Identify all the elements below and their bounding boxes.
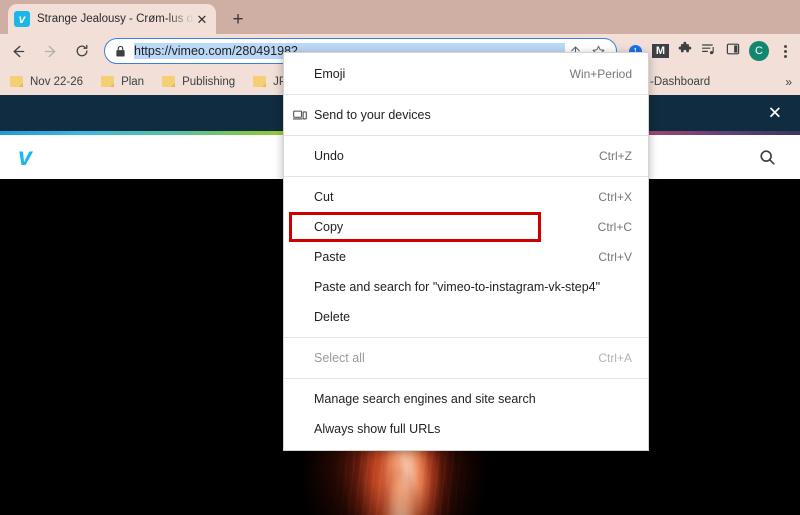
- menu-item-label: Emoji: [314, 67, 346, 81]
- tab-close-icon[interactable]: ✕: [194, 11, 210, 27]
- close-icon[interactable]: ✕: [768, 105, 782, 122]
- bookmark-item[interactable]: Publishing: [162, 76, 235, 88]
- menu-item-shortcut: Ctrl+A: [598, 351, 632, 365]
- reload-button[interactable]: [68, 37, 96, 65]
- menu-separator: [284, 176, 648, 177]
- menu-item-label: Send to your devices: [314, 108, 431, 122]
- forward-button[interactable]: [36, 37, 64, 65]
- bookmark-label: Nov 22-26: [30, 75, 84, 88]
- menu-item-shortcut: Ctrl+C: [597, 220, 632, 234]
- folder-icon: [101, 76, 115, 87]
- devices-icon: [292, 108, 307, 123]
- tab-strip: v Strange Jealousy - Crøm-lus on V ✕ +: [0, 0, 800, 34]
- menu-item-shortcut: Ctrl+V: [598, 250, 632, 264]
- side-panel-icon[interactable]: [725, 41, 741, 62]
- new-tab-button[interactable]: +: [227, 8, 249, 30]
- kebab-menu-icon[interactable]: [777, 44, 793, 58]
- menu-item-label: Paste and search for "vimeo-to-instagram…: [314, 280, 601, 294]
- reload-icon: [76, 44, 88, 57]
- menu-item-paste[interactable]: Paste Ctrl+V: [284, 242, 648, 272]
- bookmark-label: Publishing: [182, 75, 236, 88]
- bookmark-item[interactable]: Nov 22-26: [10, 76, 83, 88]
- menu-item-label: Manage search engines and site search: [314, 392, 536, 406]
- menu-separator: [284, 94, 648, 95]
- search-icon[interactable]: [756, 146, 778, 168]
- tab-title: Strange Jealousy - Crøm-lus on V: [37, 13, 194, 25]
- bookmark-item[interactable]: Plan: [101, 76, 144, 88]
- menu-item-cut[interactable]: Cut Ctrl+X: [284, 182, 648, 212]
- menu-item-label: Copy: [314, 220, 344, 234]
- menu-item-label: Delete: [314, 310, 351, 324]
- menu-item-emoji[interactable]: Emoji Win+Period: [284, 59, 648, 89]
- playlist-icon[interactable]: [701, 41, 717, 62]
- menu-item-delete[interactable]: Delete: [284, 302, 648, 332]
- bookmark-label: -Dashboard: [650, 75, 711, 88]
- address-bar-context-menu[interactable]: Emoji Win+Period Send to your devices Undo C…: [283, 52, 649, 451]
- menu-item-label: Cut: [314, 190, 334, 204]
- browser-window: v Strange Jealousy - Crøm-lus on V ✕ + h…: [0, 0, 800, 515]
- puzzle-icon[interactable]: [677, 41, 693, 62]
- menu-item-shortcut: Win+Period: [569, 67, 632, 81]
- back-arrow-icon: [13, 45, 24, 57]
- menu-item-shortcut: Ctrl+Z: [599, 149, 632, 163]
- menu-item-label: Always show full URLs: [314, 422, 441, 436]
- gmail-icon[interactable]: M: [652, 44, 669, 58]
- avatar[interactable]: C: [749, 41, 769, 61]
- extension-icons: M C: [642, 41, 800, 62]
- menu-separator: [284, 337, 648, 338]
- folder-icon: [162, 76, 176, 87]
- menu-item-shortcut: Ctrl+X: [598, 190, 632, 204]
- menu-item-select-all[interactable]: Select all Ctrl+A: [284, 343, 648, 373]
- vimeo-favicon-icon: v: [14, 11, 30, 27]
- bookmarks-overflow-button[interactable]: »: [785, 75, 792, 89]
- menu-item-label: Paste: [314, 250, 346, 264]
- menu-item-label: Select all: [314, 351, 365, 365]
- browser-tab[interactable]: v Strange Jealousy - Crøm-lus on V ✕: [8, 4, 216, 34]
- menu-item-undo[interactable]: Undo Ctrl+Z: [284, 141, 648, 171]
- menu-separator: [284, 135, 648, 136]
- menu-item-copy[interactable]: Copy Ctrl+C: [284, 212, 648, 242]
- folder-icon: [10, 76, 23, 87]
- bookmark-item[interactable]: -Dashboard: [650, 76, 710, 88]
- bookmark-label: Plan: [121, 75, 145, 88]
- menu-item-manage-search-engines-and-site-search[interactable]: Manage search engines and site search: [284, 384, 648, 414]
- menu-separator: [284, 378, 648, 379]
- menu-item-send-to-your-devices[interactable]: Send to your devices: [284, 100, 648, 130]
- forward-arrow-icon: [44, 45, 55, 57]
- back-button[interactable]: [4, 37, 32, 65]
- vimeo-logo-icon[interactable]: v: [18, 144, 32, 170]
- folder-icon: [253, 76, 267, 87]
- menu-item-label: Undo: [314, 149, 344, 163]
- menu-item-paste-and-search-for-vimeo-to-instagram-[interactable]: Paste and search for "vimeo-to-instagram…: [284, 272, 648, 302]
- lock-icon: [115, 45, 126, 57]
- menu-item-always-show-full-urls[interactable]: Always show full URLs: [284, 414, 648, 444]
